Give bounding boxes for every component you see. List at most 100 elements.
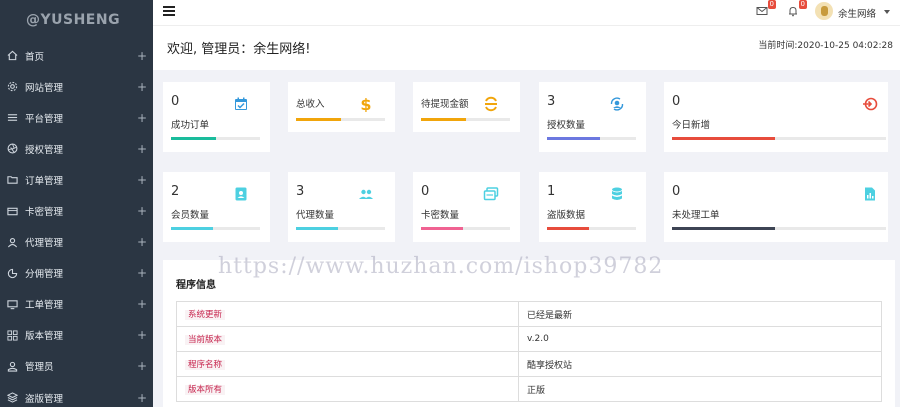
folder-icon — [5, 173, 19, 187]
expand-icon[interactable]: + — [137, 266, 147, 280]
expand-icon[interactable]: + — [137, 173, 147, 187]
stat-value: 3 — [296, 184, 305, 199]
mail-icon[interactable]: 0 — [756, 0, 776, 19]
progress-fill — [672, 137, 775, 140]
progress-fill — [296, 118, 341, 121]
stat-card: 0 成功订单 — [163, 82, 270, 152]
table-row: 版本所有 正版 — [176, 376, 882, 402]
svg-text:$: $ — [360, 96, 371, 112]
user-icon — [5, 359, 19, 373]
stat-card: 3 代理数量 — [288, 172, 395, 242]
row-value: 酷享授权站 — [518, 351, 882, 377]
stat-label: 待提现金额 — [421, 99, 469, 110]
progress-fill — [296, 227, 338, 230]
stat-value: 0 — [171, 94, 180, 109]
sidebar-item-label: 管理员 — [25, 362, 54, 374]
progress-bar — [547, 227, 636, 230]
sidebar-item-label: 卡密管理 — [25, 207, 64, 219]
stat-value: 2 — [171, 184, 180, 199]
expand-icon[interactable]: + — [137, 297, 147, 311]
stat-value: 3 — [547, 94, 556, 109]
report-icon — [862, 186, 878, 202]
sidebar-item-label: 盗版管理 — [25, 393, 64, 405]
row-key: 程序名称 — [185, 360, 226, 370]
stat-card: 2 会员数量 — [163, 172, 270, 242]
login-icon — [862, 96, 878, 112]
sidebar-item[interactable]: 管理员 + — [0, 351, 153, 382]
progress-bar — [672, 227, 886, 230]
stat-label: 代理数量 — [296, 210, 335, 221]
stat-card: 0 未处理工单 — [664, 172, 888, 242]
chevron-down-icon[interactable] — [884, 10, 890, 14]
row-key-cell: 程序名称 — [176, 351, 519, 377]
expand-icon[interactable]: + — [137, 80, 147, 94]
row-value: 正版 — [518, 376, 882, 402]
expand-icon[interactable]: + — [137, 49, 147, 63]
row-key-cell: 当前版本 — [176, 326, 519, 352]
bell-badge: 0 — [798, 0, 807, 9]
progress-fill — [547, 137, 601, 140]
card-icon — [5, 204, 19, 218]
sidebar-item-label: 首页 — [25, 51, 45, 63]
cards-icon — [483, 186, 499, 202]
stat-card: 1 盗版数据 — [539, 172, 646, 242]
sidebar-item-label: 平台管理 — [25, 113, 64, 125]
sidebar-item[interactable]: 订单管理 + — [0, 164, 153, 195]
list-icon — [5, 111, 19, 125]
row-key: 系统更新 — [185, 310, 226, 320]
welcome-bar: 欢迎, 管理员：余生网络! 当前时间:2020-10-25 04:02:28 — [153, 26, 900, 70]
sidebar-item[interactable]: 平台管理 + — [0, 102, 153, 133]
expand-icon[interactable]: + — [137, 391, 147, 405]
id-badge-icon — [233, 186, 249, 202]
bell-icon[interactable]: 0 — [787, 0, 807, 19]
row-value: v.2.0 — [518, 326, 882, 352]
aperture-icon — [5, 142, 19, 156]
expand-icon[interactable]: + — [137, 328, 147, 342]
user-name[interactable]: 余生网络 — [838, 6, 876, 20]
stat-value: 1 — [547, 184, 556, 199]
progress-bar — [421, 227, 510, 230]
stat-label: 今日新增 — [672, 120, 711, 131]
sidebar-item[interactable]: 代理管理 + — [0, 227, 153, 258]
expand-icon[interactable]: + — [137, 235, 147, 249]
stat-card: 3 授权数量 — [539, 82, 646, 152]
pie-icon — [5, 266, 19, 280]
info-table: 系统更新 已经是最新 当前版本 v.2.0 程序名称 酷享授权站版本所有 正版 — [176, 301, 882, 402]
sidebar-item-label: 订单管理 — [25, 175, 64, 187]
progress-bar — [171, 227, 260, 230]
expand-icon[interactable]: + — [137, 142, 147, 156]
expand-icon[interactable]: + — [137, 359, 147, 373]
table-row: 系统更新 已经是最新 — [176, 301, 882, 327]
row-key: 版本所有 — [185, 385, 226, 395]
menu-toggle-icon[interactable] — [163, 6, 175, 18]
stat-label: 授权数量 — [547, 120, 586, 131]
stat-value: 0 — [672, 94, 681, 109]
progress-fill — [421, 227, 463, 230]
sidebar-item[interactable]: 首页 + — [0, 40, 153, 71]
progress-bar — [296, 227, 385, 230]
stat-label: 未处理工单 — [672, 210, 720, 221]
avatar[interactable] — [815, 2, 833, 20]
expand-icon[interactable]: + — [137, 204, 147, 218]
sidebar-item-label: 分佣管理 — [25, 269, 64, 281]
panel-title: 程序信息 — [176, 280, 216, 291]
progress-bar — [672, 137, 886, 140]
sidebar-item[interactable]: 网站管理 + — [0, 71, 153, 102]
coin-icon — [483, 96, 499, 112]
stat-label: 盗版数据 — [547, 210, 586, 221]
sidebar-item[interactable]: 工单管理 + — [0, 289, 153, 320]
sidebar-item[interactable]: 分佣管理 + — [0, 258, 153, 289]
sidebar-item[interactable]: 盗版管理 + — [0, 382, 153, 407]
stat-card: 0 今日新增 — [664, 82, 888, 152]
expand-icon[interactable]: + — [137, 111, 147, 125]
users-icon — [358, 186, 374, 202]
sidebar-item-label: 授权管理 — [25, 144, 64, 156]
sidebar-item[interactable]: 版本管理 + — [0, 320, 153, 351]
stat-label: 成功订单 — [171, 120, 210, 131]
sidebar-item[interactable]: 授权管理 + — [0, 133, 153, 164]
sidebar-item[interactable]: 卡密管理 + — [0, 195, 153, 226]
current-time: 当前时间:2020-10-25 04:02:28 — [758, 41, 893, 51]
progress-fill — [547, 227, 589, 230]
progress-fill — [672, 227, 775, 230]
agent-icon — [5, 235, 19, 249]
